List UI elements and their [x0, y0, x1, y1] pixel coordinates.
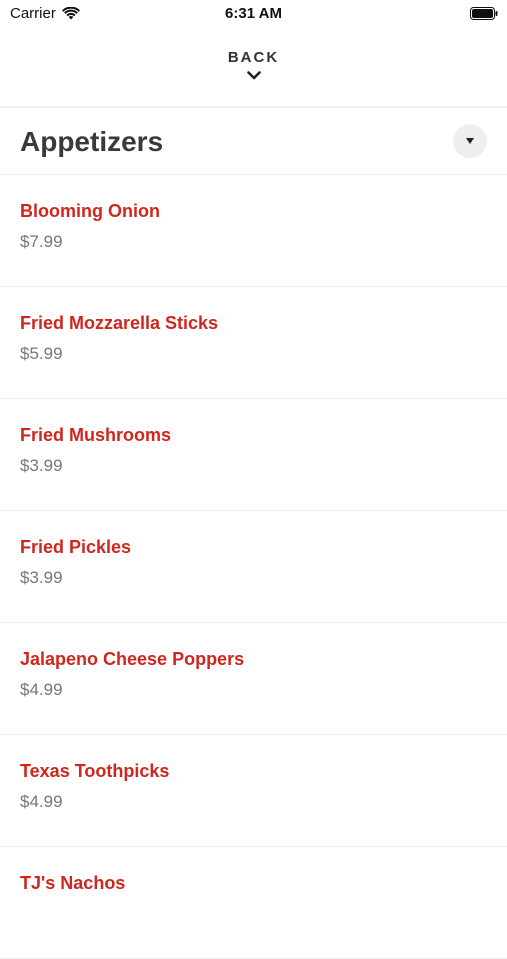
- item-price: $7.99: [20, 232, 63, 251]
- back-button[interactable]: BACK: [0, 44, 507, 94]
- menu-item[interactable]: Fried Mushrooms $3.99: [0, 399, 507, 511]
- item-price: $3.99: [20, 456, 63, 475]
- item-price: $5.99: [20, 344, 63, 363]
- item-name: Blooming Onion: [20, 201, 160, 221]
- menu-item[interactable]: Fried Mozzarella Sticks $5.99: [0, 287, 507, 399]
- battery-icon: [470, 7, 498, 20]
- chevron-down-icon: [246, 71, 261, 80]
- status-bar: Carrier 6:31 AM: [0, 0, 507, 30]
- item-name: Fried Mushrooms: [20, 425, 172, 445]
- menu-item[interactable]: TJ's Nachos: [0, 847, 507, 959]
- menu-item[interactable]: Jalapeno Cheese Poppers $4.99: [0, 623, 507, 735]
- menu-item[interactable]: Fried Pickles $3.99: [0, 511, 507, 623]
- category-dropdown-button[interactable]: [453, 124, 487, 158]
- item-name: TJ's Nachos: [20, 873, 126, 893]
- item-name: Fried Pickles: [20, 537, 132, 557]
- caret-down-icon: [466, 138, 474, 144]
- item-price: $4.99: [20, 680, 63, 699]
- item-name: Jalapeno Cheese Poppers: [20, 649, 245, 669]
- item-price: $3.99: [20, 568, 63, 587]
- status-time: 6:31 AM: [225, 5, 282, 22]
- item-name: Fried Mozzarella Sticks: [20, 313, 219, 333]
- category-title: Appetizers: [20, 126, 164, 157]
- menu-item-list: Blooming Onion $7.99 Fried Mozzarella St…: [0, 175, 507, 959]
- item-price: $4.99: [20, 792, 63, 811]
- menu-item[interactable]: Blooming Onion $7.99: [0, 175, 507, 287]
- menu-item[interactable]: Texas Toothpicks $4.99: [0, 735, 507, 847]
- category-header: Appetizers: [0, 108, 507, 175]
- back-label: BACK: [227, 49, 280, 66]
- item-name: Texas Toothpicks: [20, 761, 170, 781]
